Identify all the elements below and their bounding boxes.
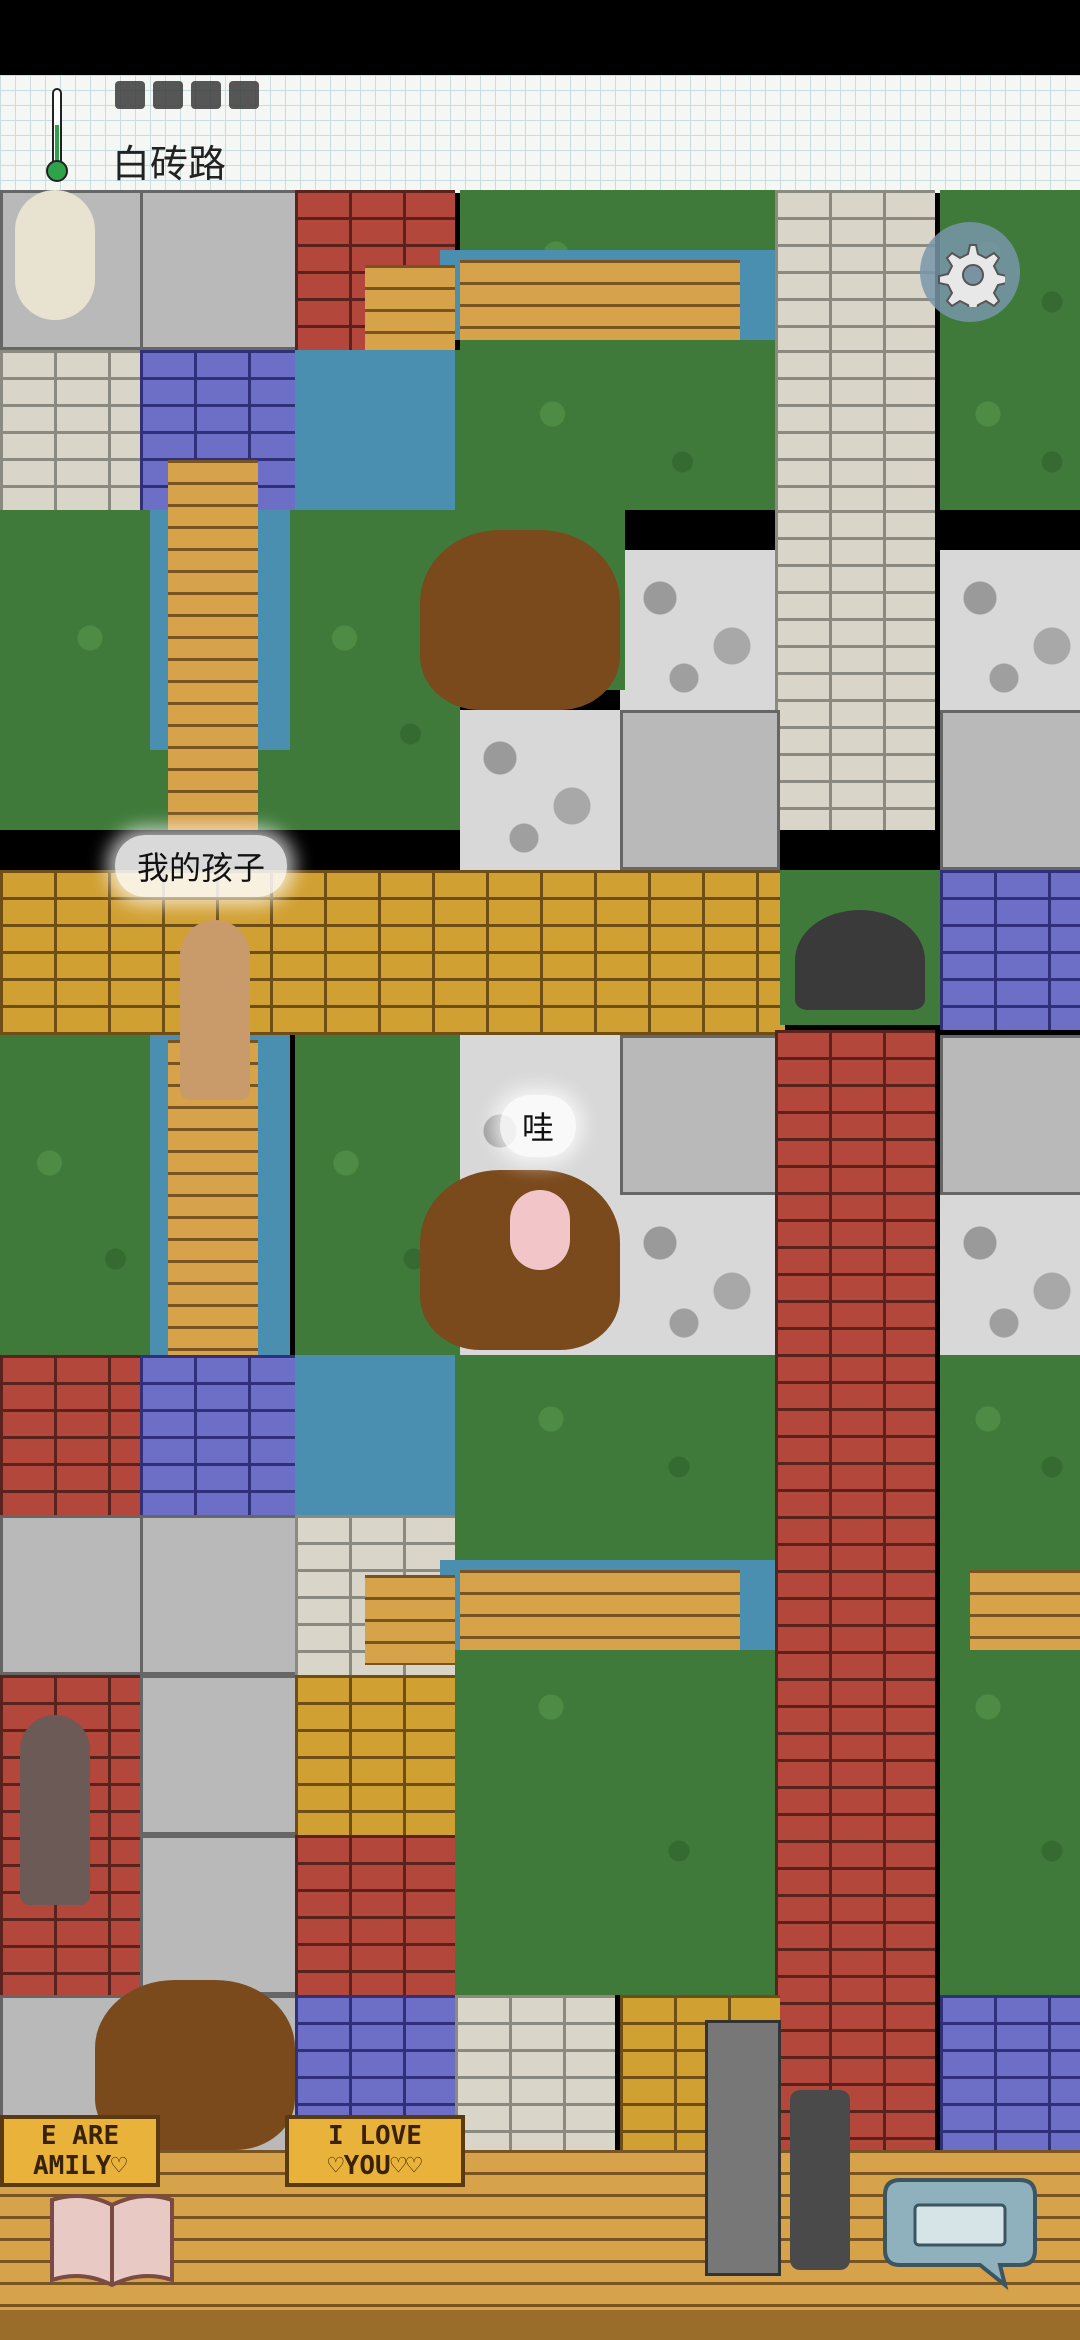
bottom-floor-strip — [0, 2310, 1080, 2340]
cobblestone-tile — [940, 1195, 1080, 1355]
status-bar — [0, 0, 1080, 75]
chat-button[interactable] — [880, 2170, 1040, 2291]
love-sign: I LOVE ♡YOU♡♡ — [285, 2115, 465, 2187]
sheep[interactable] — [15, 190, 95, 320]
white-brick-road-tile — [0, 350, 160, 510]
grass-tile — [0, 1035, 165, 1355]
hunger-pip — [191, 81, 221, 109]
water-tile — [295, 350, 455, 510]
stone-floor-tile — [140, 190, 300, 350]
water-tile — [295, 1355, 455, 1515]
baby-speech-bubble: 哇 — [500, 1095, 577, 1157]
hud-panel: 白砖路 — [0, 75, 1080, 193]
cobblestone-tile — [940, 550, 1080, 710]
hunger-pip — [153, 81, 183, 109]
wooden-fence — [460, 1570, 740, 1650]
baby-character[interactable] — [510, 1190, 570, 1270]
grass-tile — [940, 1355, 1080, 1515]
blue-brick-tile — [140, 1355, 300, 1515]
parent-character[interactable] — [180, 920, 250, 1100]
stone-floor-tile — [620, 710, 780, 870]
stone-floor-tile — [0, 1515, 160, 1675]
cobblestone-tile — [620, 1195, 780, 1355]
cobblestone-tile — [460, 710, 620, 870]
family-sign: E ARE AMILY♡ — [0, 2115, 160, 2187]
white-brick-road-tile — [455, 1995, 615, 2155]
stone-floor-tile — [140, 1675, 300, 1835]
cobblestone-tile — [620, 550, 780, 710]
bear-skin-rug — [420, 530, 620, 710]
white-brick-road-tile — [775, 350, 935, 510]
game-world[interactable]: 我的孩子 哇 E ARE AMILY♡ I LOVE ♡YOU♡♡ — [0, 190, 1080, 2340]
stone-well[interactable] — [705, 2020, 781, 2276]
grass-tile — [940, 350, 1080, 510]
villager-character[interactable] — [20, 1715, 90, 1905]
wooden-bridge — [168, 460, 258, 830]
grass-tile — [455, 350, 780, 510]
blue-brick-tile — [940, 870, 1080, 1030]
current-tile-label: 白砖路 — [112, 142, 227, 186]
parent-speech-bubble: 我的孩子 — [115, 835, 288, 897]
yellow-brick-tile — [295, 1675, 455, 1835]
grass-tile — [455, 1355, 775, 1515]
settings-button[interactable] — [920, 222, 1020, 322]
stone-floor-tile — [940, 710, 1080, 870]
stone-floor-tile — [140, 1515, 300, 1675]
wooden-fence — [365, 1575, 455, 1665]
book-icon — [50, 2194, 174, 2288]
hunger-meter — [115, 81, 259, 109]
blue-brick-tile — [940, 1995, 1080, 2155]
rock-pile — [795, 910, 925, 1010]
white-brick-road-tile — [775, 510, 935, 830]
red-brick-tile — [0, 1355, 160, 1515]
red-brick-tile — [295, 1835, 455, 1995]
hunger-pip — [115, 81, 145, 109]
stone-floor-tile — [940, 1035, 1080, 1195]
thermometer-icon — [46, 88, 68, 182]
kettle[interactable] — [790, 2090, 850, 2270]
gear-icon — [938, 244, 1005, 307]
keyboard-chat-icon — [883, 2178, 1037, 2291]
stone-floor-tile — [140, 1835, 300, 1995]
wooden-fence — [365, 265, 455, 355]
stone-floor-tile — [620, 1035, 780, 1195]
book-button[interactable] — [42, 2185, 182, 2295]
yellow-brick-road — [0, 870, 785, 1035]
wooden-fence — [970, 1570, 1080, 1650]
wooden-fence — [460, 260, 740, 340]
white-brick-road-tile — [775, 190, 935, 350]
hunger-pip — [229, 81, 259, 109]
